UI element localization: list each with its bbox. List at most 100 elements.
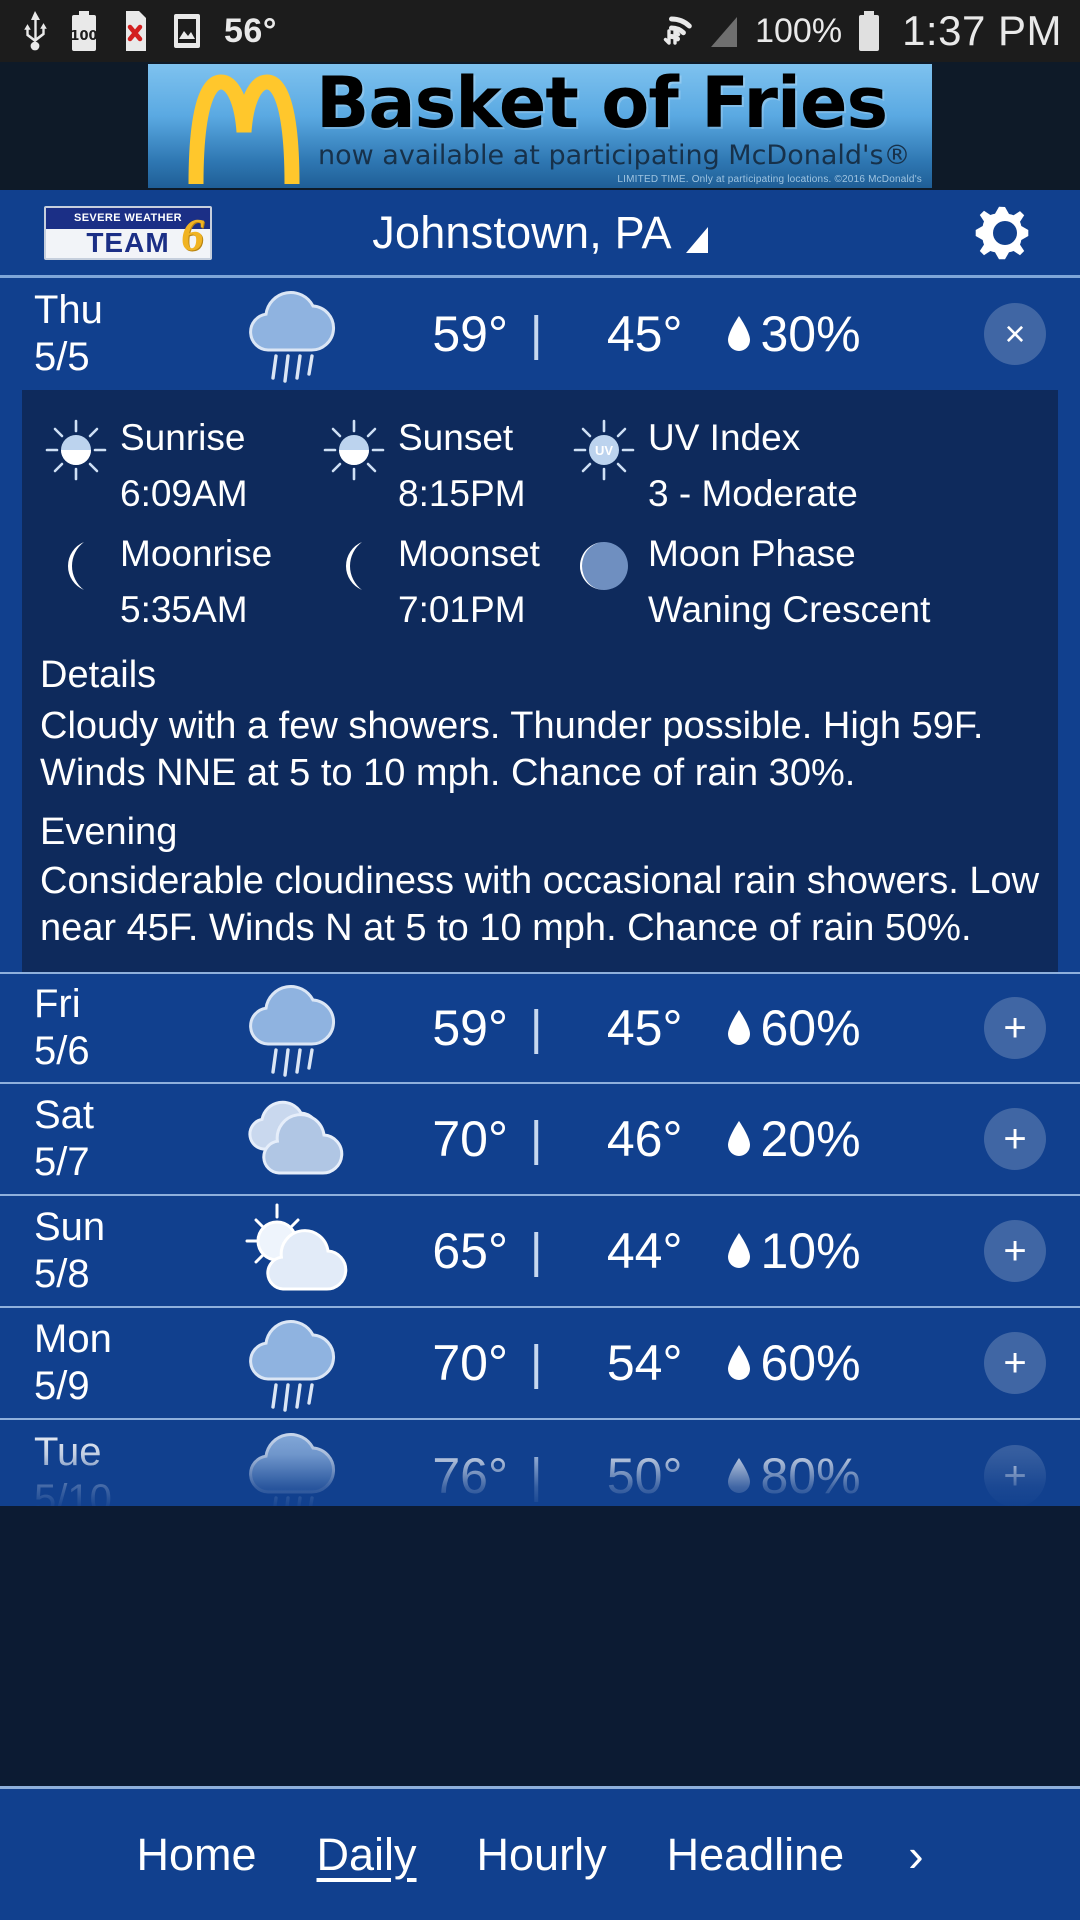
weather-icon-sun [200, 1199, 390, 1303]
temp-separator: | [530, 1112, 543, 1166]
pop-value: 20% [760, 1111, 861, 1167]
forecast-temps-fri: 59° | 45° 60% [390, 999, 1080, 1057]
sunset-text: Sunset 8:15PM [398, 410, 526, 522]
expand-row-button-sun[interactable]: + [984, 1220, 1046, 1282]
forecast-row-mon[interactable]: Mon 5/9 70° | 54° 60% + [0, 1308, 1080, 1420]
forecast-row-sat[interactable]: Sat 5/7 70° | 46° 20% + [0, 1084, 1080, 1196]
forecast-temps-mon: 70° | 54° 60% [390, 1334, 1080, 1392]
battery-saver-icon: 100 [70, 11, 98, 51]
forecast-row-tue[interactable]: Tue 5/10 76° | 50° 80% + [0, 1420, 1080, 1506]
sunset-icon [323, 419, 385, 481]
expand-row-button-sat[interactable]: + [984, 1108, 1046, 1170]
raindrop-icon [728, 1345, 751, 1380]
temp-high: 70° [432, 1111, 508, 1167]
astro-uv-index: UV UV Index 3 - Moderate [572, 410, 1058, 522]
status-bar-right-icons: 100% 1:37 PM [651, 7, 1062, 55]
forecast-date-thu: Thu 5/5 [0, 287, 200, 381]
expanded-detail-panel: Sunrise 6:09AM Sunset 8:15PM UV UV Index… [22, 390, 1058, 972]
weather-icon-fri [200, 976, 390, 1080]
expand-row-button-fri[interactable]: + [984, 997, 1046, 1059]
astro-sunset: Sunset 8:15PM [322, 410, 572, 522]
rain-cloud-icon [249, 1319, 335, 1412]
moon-phase-label: Moon Phase [648, 533, 856, 574]
svg-text:100: 100 [70, 29, 97, 44]
rain-cloud-icon [249, 1432, 335, 1506]
ad-subline: now available at participating McDonald'… [318, 140, 911, 171]
temp-high: 76° [432, 1448, 508, 1504]
forecast-temps-thu: 59° | 45° 30% [390, 305, 1080, 363]
ad-headline: Basket of Fries [316, 64, 888, 144]
temp-high: 70° [432, 1335, 508, 1391]
temp-low: 45° [606, 306, 683, 362]
weather-icon-tue [200, 1424, 390, 1506]
temp-high: 59° [432, 1000, 508, 1056]
battery-full-icon [859, 11, 880, 51]
raindrop-icon [728, 1458, 751, 1493]
raindrop-icon [728, 316, 751, 351]
sunset-label: Sunset [398, 417, 514, 458]
collapse-row-button-thu[interactable]: × [984, 303, 1046, 365]
sunrise-label: Sunrise [120, 417, 246, 458]
sunset-value: 8:15PM [398, 473, 526, 514]
astro-moonrise: Moonrise 5:35AM [22, 526, 322, 638]
rain-cloud-icon [249, 290, 335, 383]
usb-icon [24, 11, 47, 51]
precip-probability-mon: 60% [726, 1334, 861, 1392]
pop-value: 30% [760, 306, 861, 362]
moon-phase-text: Moon Phase Waning Crescent [648, 526, 930, 638]
forecast-temps-tue: 76° | 50° 80% [390, 1447, 1080, 1505]
precip-probability-thu: 30% [726, 305, 861, 363]
nav-item-hourly[interactable]: Hourly [477, 1829, 607, 1881]
precip-probability-tue: 80% [726, 1447, 861, 1505]
expand-row-button-mon[interactable]: + [984, 1332, 1046, 1394]
temp-low: 46° [606, 1111, 683, 1167]
precip-probability-sun: 10% [726, 1222, 861, 1280]
astro-moonset: Moonset 7:01PM [322, 526, 572, 638]
temp-separator: | [530, 307, 543, 361]
expand-row-button-tue[interactable]: + [984, 1445, 1046, 1506]
temp-low: 50° [606, 1448, 683, 1504]
nav-item-headline[interactable]: Headline [667, 1829, 845, 1881]
ad-banner-container[interactable]: Basket of Fries now available at partici… [0, 62, 1080, 190]
gear-icon[interactable] [972, 200, 1038, 266]
astro-moon-phase: Moon Phase Waning Crescent [572, 526, 1058, 638]
mcdonalds-ad[interactable]: Basket of Fries now available at partici… [148, 64, 932, 188]
location-label: Johnstown, PA [372, 206, 672, 258]
day-name: Tue [34, 1430, 102, 1474]
forecast-row-thu[interactable]: Thu 5/5 59° | 45° 30% × [0, 278, 1080, 390]
moonrise-value: 5:35AM [120, 589, 248, 630]
forecast-row-sun[interactable]: Sun 5/8 65° | 44° 10% + [0, 1196, 1080, 1308]
day-date: 5/9 [34, 1364, 90, 1408]
astro-row-moon: Moonrise 5:35AM Moonset 7:01PM Moon Phas… [22, 522, 1058, 638]
raindrop-icon [728, 1010, 751, 1045]
battery-percent-label: 100% [755, 11, 843, 50]
sunrise-text: Sunrise 6:09AM [120, 410, 248, 522]
signal-icon [711, 17, 738, 47]
chevron-right-icon[interactable]: › [908, 1828, 923, 1882]
nav-item-home[interactable]: Home [136, 1829, 256, 1881]
evening-text: Considerable cloudiness with occasional … [40, 860, 1040, 949]
location-selector[interactable]: Johnstown, PA [0, 190, 1080, 275]
weather-icon-thu [200, 282, 390, 386]
uv-index-icon: UV [573, 419, 635, 481]
moonset-value: 7:01PM [398, 589, 526, 630]
details-heading: Details [40, 654, 157, 696]
ad-fine-print: LIMITED TIME. Only at participating loca… [617, 174, 922, 185]
astro-sunrise: Sunrise 6:09AM [22, 410, 322, 522]
weather-icon-sat [200, 1087, 390, 1191]
android-status-bar: 100 56° 100% 1:37 PM [0, 0, 1080, 62]
temp-low: 44° [606, 1223, 683, 1279]
pop-value: 10% [760, 1223, 861, 1279]
pop-value: 60% [760, 1335, 861, 1391]
forecast-row-fri[interactable]: Fri 5/6 59° | 45° 60% + [0, 972, 1080, 1084]
day-date: 5/10 [34, 1477, 112, 1506]
status-bar-clock: 1:37 PM [902, 7, 1062, 54]
wifi-icon [663, 16, 692, 45]
forecast-date-fri: Fri 5/6 [0, 981, 200, 1075]
nav-item-daily[interactable]: Daily [317, 1829, 417, 1881]
forecast-row-tue-partial[interactable]: Tue 5/10 76° | 50° 80% + [0, 1420, 1080, 1506]
sun-behind-cloud-icon [245, 1203, 348, 1291]
forecast-date-tue: Tue 5/10 [0, 1429, 200, 1506]
status-bar-left-icons: 100 56° [22, 11, 277, 51]
temp-low: 45° [606, 1000, 683, 1056]
